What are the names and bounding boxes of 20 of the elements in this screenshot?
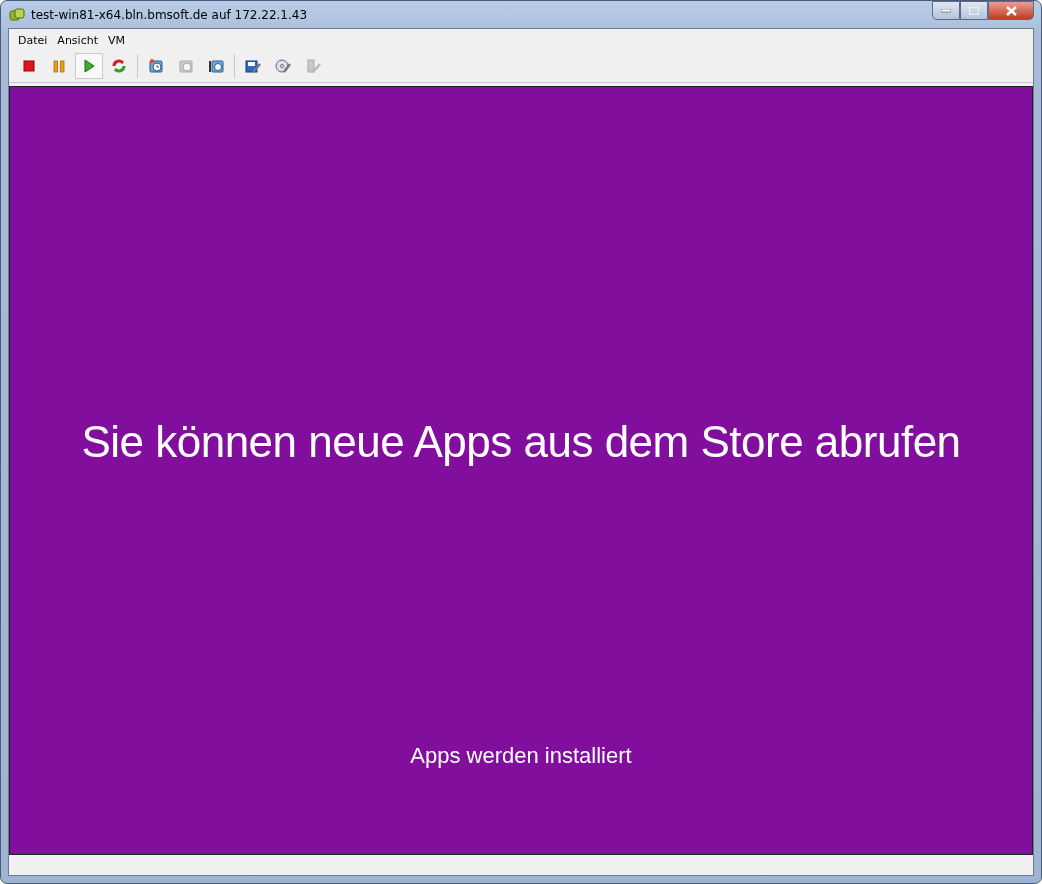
close-icon [1005, 5, 1017, 16]
clock-wrench-icon [208, 57, 224, 74]
menu-item[interactable]: VM [103, 32, 130, 51]
maximize-button[interactable] [960, 1, 988, 20]
refresh-icon [111, 57, 127, 74]
menu-item[interactable]: Datei [13, 32, 53, 51]
window-title: test-win81-x64.bln.bmsoft.de auf 172.22.1.43 [31, 6, 308, 24]
app-logo-icon [9, 6, 25, 23]
close-button[interactable] [988, 1, 1034, 20]
minimize-icon [941, 8, 951, 13]
maximize-icon [969, 6, 979, 15]
setup-heading: Sie können neue Apps aus dem Store abrufen [80, 415, 962, 468]
setup-status: Apps werden installiert [410, 742, 632, 770]
disk-wrench-icon [245, 57, 261, 74]
stop-icon [21, 57, 37, 74]
play-icon [81, 57, 97, 74]
pause-icon [51, 57, 67, 74]
minimize-button[interactable] [932, 1, 960, 20]
disc-wrench-icon [275, 57, 291, 74]
menu-item[interactable]: Ansicht [52, 32, 103, 51]
